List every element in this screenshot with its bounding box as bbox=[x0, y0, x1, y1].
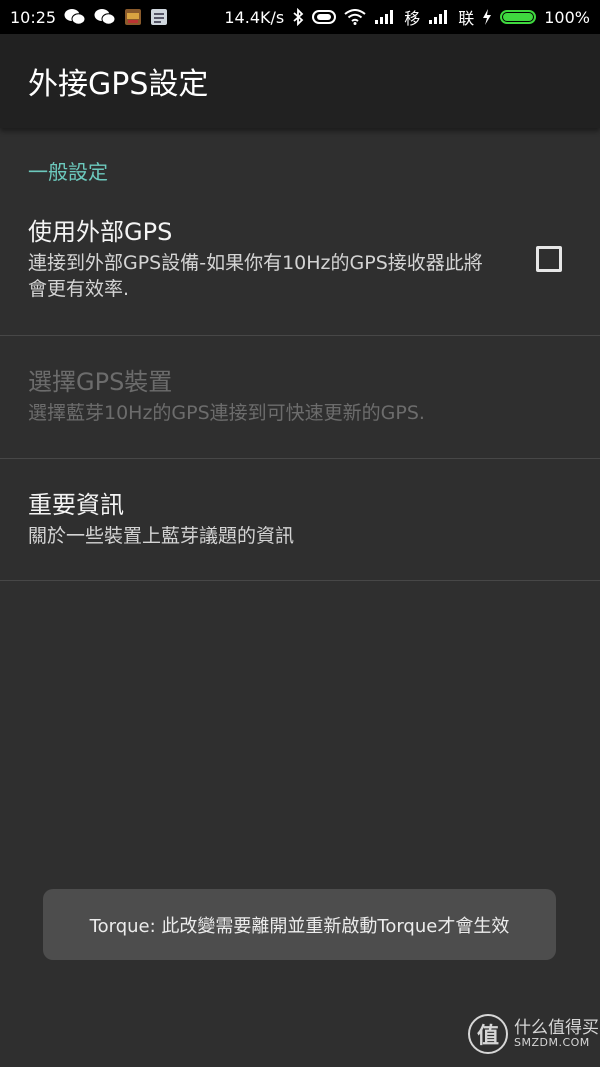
setting-summary: 關於一些裝置上藍芽議題的資訊 bbox=[28, 525, 295, 547]
watermark-text: 什么值得买 SMZDM.COM bbox=[514, 1017, 599, 1050]
carrier-2: 联 bbox=[458, 9, 475, 28]
use-external-gps-setting[interactable]: 使用外部GPS 連接到外部GPS設備-如果你有10Hz的GPS接收器此將會更有效… bbox=[0, 204, 600, 336]
status-left: 10:25 bbox=[10, 8, 168, 27]
page-title: 外接GPS設定 bbox=[28, 67, 209, 102]
setting-title: 使用外部GPS bbox=[28, 218, 173, 246]
status-bar: 10:25 14.4K/s 移 联 100% bbox=[0, 0, 600, 34]
toast-message: Torque: 此改變需要離開並重新啟動Torque才會生效 bbox=[43, 889, 556, 960]
battery-body bbox=[500, 10, 537, 24]
setting-title: 重要資訊 bbox=[28, 491, 124, 519]
setting-summary: 連接到外部GPS設備-如果你有10Hz的GPS接收器此將會更有效率. bbox=[28, 252, 483, 300]
use-external-gps-checkbox[interactable] bbox=[536, 246, 562, 272]
setting-summary: 選擇藍芽10Hz的GPS連接到可快速更新的GPS. bbox=[28, 402, 425, 424]
bluetooth-icon bbox=[292, 8, 304, 26]
status-right: 14.4K/s 移 联 100% bbox=[224, 5, 590, 29]
signal-icon bbox=[428, 9, 450, 25]
game-app-icon bbox=[124, 8, 142, 26]
watermark-cn: 什么值得买 bbox=[514, 1017, 599, 1038]
category-header: 一般設定 bbox=[28, 160, 108, 184]
charging-icon bbox=[482, 9, 492, 25]
important-info-setting[interactable]: 重要資訊 關於一些裝置上藍芽議題的資訊 bbox=[0, 459, 600, 581]
battery-icon bbox=[500, 10, 537, 24]
signal-icon bbox=[374, 9, 396, 25]
battery-fill bbox=[503, 13, 534, 21]
smzdm-logo-icon: 值 bbox=[468, 1014, 508, 1054]
network-speed: 14.4K/s bbox=[224, 7, 285, 27]
watermark-en: SMZDM.COM bbox=[514, 1036, 590, 1050]
action-bar: 外接GPS設定 bbox=[0, 34, 600, 128]
toggle-icon bbox=[312, 9, 337, 25]
wechat-icon bbox=[94, 8, 116, 26]
select-gps-device-setting: 選擇GPS裝置 選擇藍芽10Hz的GPS連接到可快速更新的GPS. bbox=[0, 336, 600, 459]
battery-percent: 100% bbox=[544, 7, 590, 27]
notes-icon bbox=[150, 8, 168, 26]
status-time: 10:25 bbox=[10, 7, 57, 27]
watermark: 值 什么值得买 SMZDM.COM bbox=[468, 1014, 599, 1054]
carrier-1: 移 bbox=[404, 9, 421, 28]
wifi-icon bbox=[344, 9, 366, 25]
wechat-icon bbox=[64, 8, 86, 26]
setting-title: 選擇GPS裝置 bbox=[28, 368, 173, 396]
settings-list: 一般設定 使用外部GPS 連接到外部GPS設備-如果你有10Hz的GPS接收器此… bbox=[0, 128, 600, 581]
